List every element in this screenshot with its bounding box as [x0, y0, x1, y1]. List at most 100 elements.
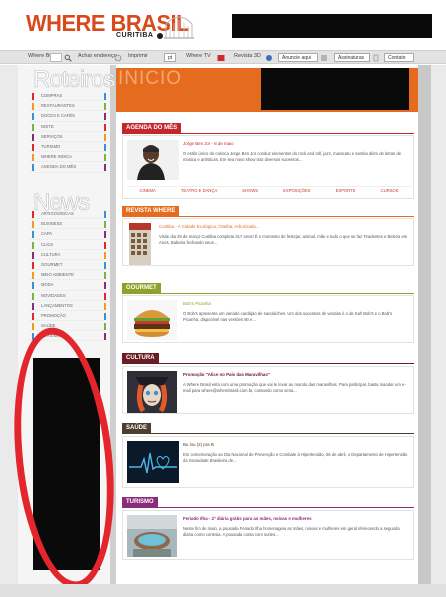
agenda-card: Jorge Ben Jor - 8 de maio O estilo único…	[122, 135, 414, 199]
color-tab-right	[104, 282, 106, 290]
subscriptions-link[interactable]: Assinaturas	[334, 53, 370, 62]
saude-title[interactable]: Bu lou (2) pra B	[183, 442, 214, 447]
logo-subtitle: CURITIBA	[116, 32, 154, 39]
color-tab-left	[32, 221, 34, 229]
list-icon[interactable]	[320, 54, 328, 62]
agenda-photo[interactable]	[127, 140, 179, 180]
advertise-link[interactable]: Anuncie aqui	[278, 53, 318, 62]
news-item[interactable]: CLICK	[30, 240, 106, 250]
color-tab-left	[32, 211, 34, 218]
tv-icon[interactable]	[217, 54, 225, 62]
news-item[interactable]: CULTURA	[30, 250, 106, 260]
color-tab-left	[32, 143, 34, 151]
news-item[interactable]: MEIO AMBIENTE	[30, 270, 106, 281]
footer	[0, 584, 446, 597]
revista-title[interactable]: Curitiba - A Cidade Ecológica, Ovelha, A…	[159, 224, 259, 229]
cultura-title[interactable]: Promoção "Alice no País das Maravilhas"	[183, 372, 270, 377]
color-tab-right	[104, 113, 106, 121]
search-icon[interactable]	[64, 54, 72, 62]
news-item[interactable]: NOVIDADES	[30, 291, 106, 301]
roteiros-item[interactable]: AGENDA DO MÊS	[30, 162, 106, 173]
roteiros-item[interactable]: WHERE INDICA	[30, 152, 106, 163]
color-tab-right	[104, 211, 106, 218]
roteiros-item-label: COMPRAS	[41, 93, 63, 98]
color-tab-right	[104, 231, 106, 239]
search-input[interactable]	[50, 53, 62, 62]
color-tab-left	[32, 231, 34, 239]
color-tab-left	[32, 123, 34, 131]
logo[interactable]: WHERE BRASIL CURITIBA	[26, 8, 196, 44]
roteiros-heading: Roteiros	[33, 66, 116, 94]
category-link[interactable]: ESPORTE	[336, 187, 356, 194]
color-tab-left	[32, 302, 34, 310]
roteiros-item-label: RESTAURANTES	[41, 103, 75, 109]
color-tab-right	[104, 123, 106, 131]
color-tab-right	[104, 323, 106, 331]
turismo-title[interactable]: Feriado Ilha - 2ª diária grátis para as …	[183, 516, 312, 521]
category-link[interactable]: CURSOS	[381, 187, 399, 194]
roteiros-item[interactable]: COMPRAS	[30, 91, 106, 102]
color-tab-right	[104, 333, 106, 341]
turismo-text: Neste fim de maio, a pousada Feriado Ilh…	[183, 526, 400, 538]
color-tab-right	[104, 302, 106, 310]
roteiros-item[interactable]: TURISMO	[30, 142, 106, 153]
saude-label[interactable]: SAÚDE	[122, 423, 152, 433]
burger-photo[interactable]	[127, 300, 177, 340]
magazine-icon[interactable]	[265, 54, 273, 62]
color-tab-left	[32, 261, 34, 269]
inicio-title: INICIO	[118, 68, 183, 89]
news-item-label: MODA	[41, 282, 54, 288]
color-tab-right	[104, 143, 106, 151]
revista-rule	[122, 216, 414, 217]
turismo-card: Feriado Ilha - 2ª diária grátis para as …	[122, 510, 414, 560]
heartbeat-photo[interactable]	[127, 441, 179, 483]
color-tab-left	[32, 251, 34, 259]
category-link[interactable]: SHOWS	[242, 187, 258, 194]
agenda-label[interactable]: AGENDA DO MÊS	[122, 123, 182, 133]
gourmet-label[interactable]: GOURMET	[122, 283, 161, 293]
category-link[interactable]: CINEMA	[140, 187, 156, 194]
mail-icon[interactable]	[372, 54, 380, 62]
news-item[interactable]: PROMOÇÃO	[30, 311, 106, 322]
color-tab-right	[104, 103, 106, 111]
news-item[interactable]: MODA	[30, 280, 106, 291]
turismo-photo[interactable]	[127, 515, 177, 557]
news-item[interactable]: ARTIGOS/DICAS	[30, 209, 106, 220]
address-link[interactable]: Achar endereço	[78, 53, 117, 59]
agenda-title[interactable]: Jorge Ben Jor - 8 de maio	[183, 141, 234, 146]
saude-text: Em comemoração ao Dia Nacional de Preven…	[183, 452, 408, 464]
gourmet-title[interactable]: Bob's Picanha	[183, 301, 211, 306]
revista-cover[interactable]	[129, 223, 151, 265]
globe-icon[interactable]	[114, 54, 122, 62]
color-tab-left	[32, 113, 34, 121]
color-tab-left	[32, 103, 34, 111]
revista-label[interactable]: REVISTA WHERE	[122, 206, 180, 216]
print-link[interactable]: Imprimir	[128, 53, 148, 59]
where-tv-link[interactable]: Where TV	[186, 53, 211, 59]
color-tab-left	[32, 323, 34, 331]
news-item[interactable]: LANÇAMENTOS	[30, 301, 106, 311]
news-item-label: NOVIDADES	[41, 292, 66, 298]
color-tab-left	[32, 292, 34, 300]
roteiros-item[interactable]: RESTAURANTES	[30, 101, 106, 112]
news-item[interactable]: BUSINESS	[30, 219, 106, 230]
color-tab-right	[104, 272, 106, 280]
building-icon	[164, 16, 194, 39]
category-link[interactable]: EXPOSIÇÕES	[283, 187, 310, 194]
contact-link[interactable]: Contato	[384, 53, 414, 62]
roteiros-item[interactable]: NOITE	[30, 122, 106, 132]
news-item-label: CULTURA	[41, 251, 61, 257]
news-item[interactable]: GOURMET	[30, 260, 106, 271]
color-tab-right	[104, 154, 106, 162]
turismo-rule	[122, 507, 414, 508]
magazine-3d-link[interactable]: Revista 3D	[234, 53, 261, 59]
turismo-label[interactable]: TURISMO	[122, 497, 158, 507]
cultura-label[interactable]: CULTURA	[122, 353, 159, 363]
roteiros-item[interactable]: DOCES E CAFÉS	[30, 111, 106, 122]
roteiros-item[interactable]: SERVIÇOS	[30, 132, 106, 142]
category-link[interactable]: TEATRO E DANÇA	[181, 187, 217, 194]
cultura-photo[interactable]	[127, 371, 177, 413]
inicio-ad	[261, 68, 409, 110]
news-item[interactable]: CAPA	[30, 229, 106, 240]
language-select[interactable]: pt	[164, 53, 176, 62]
